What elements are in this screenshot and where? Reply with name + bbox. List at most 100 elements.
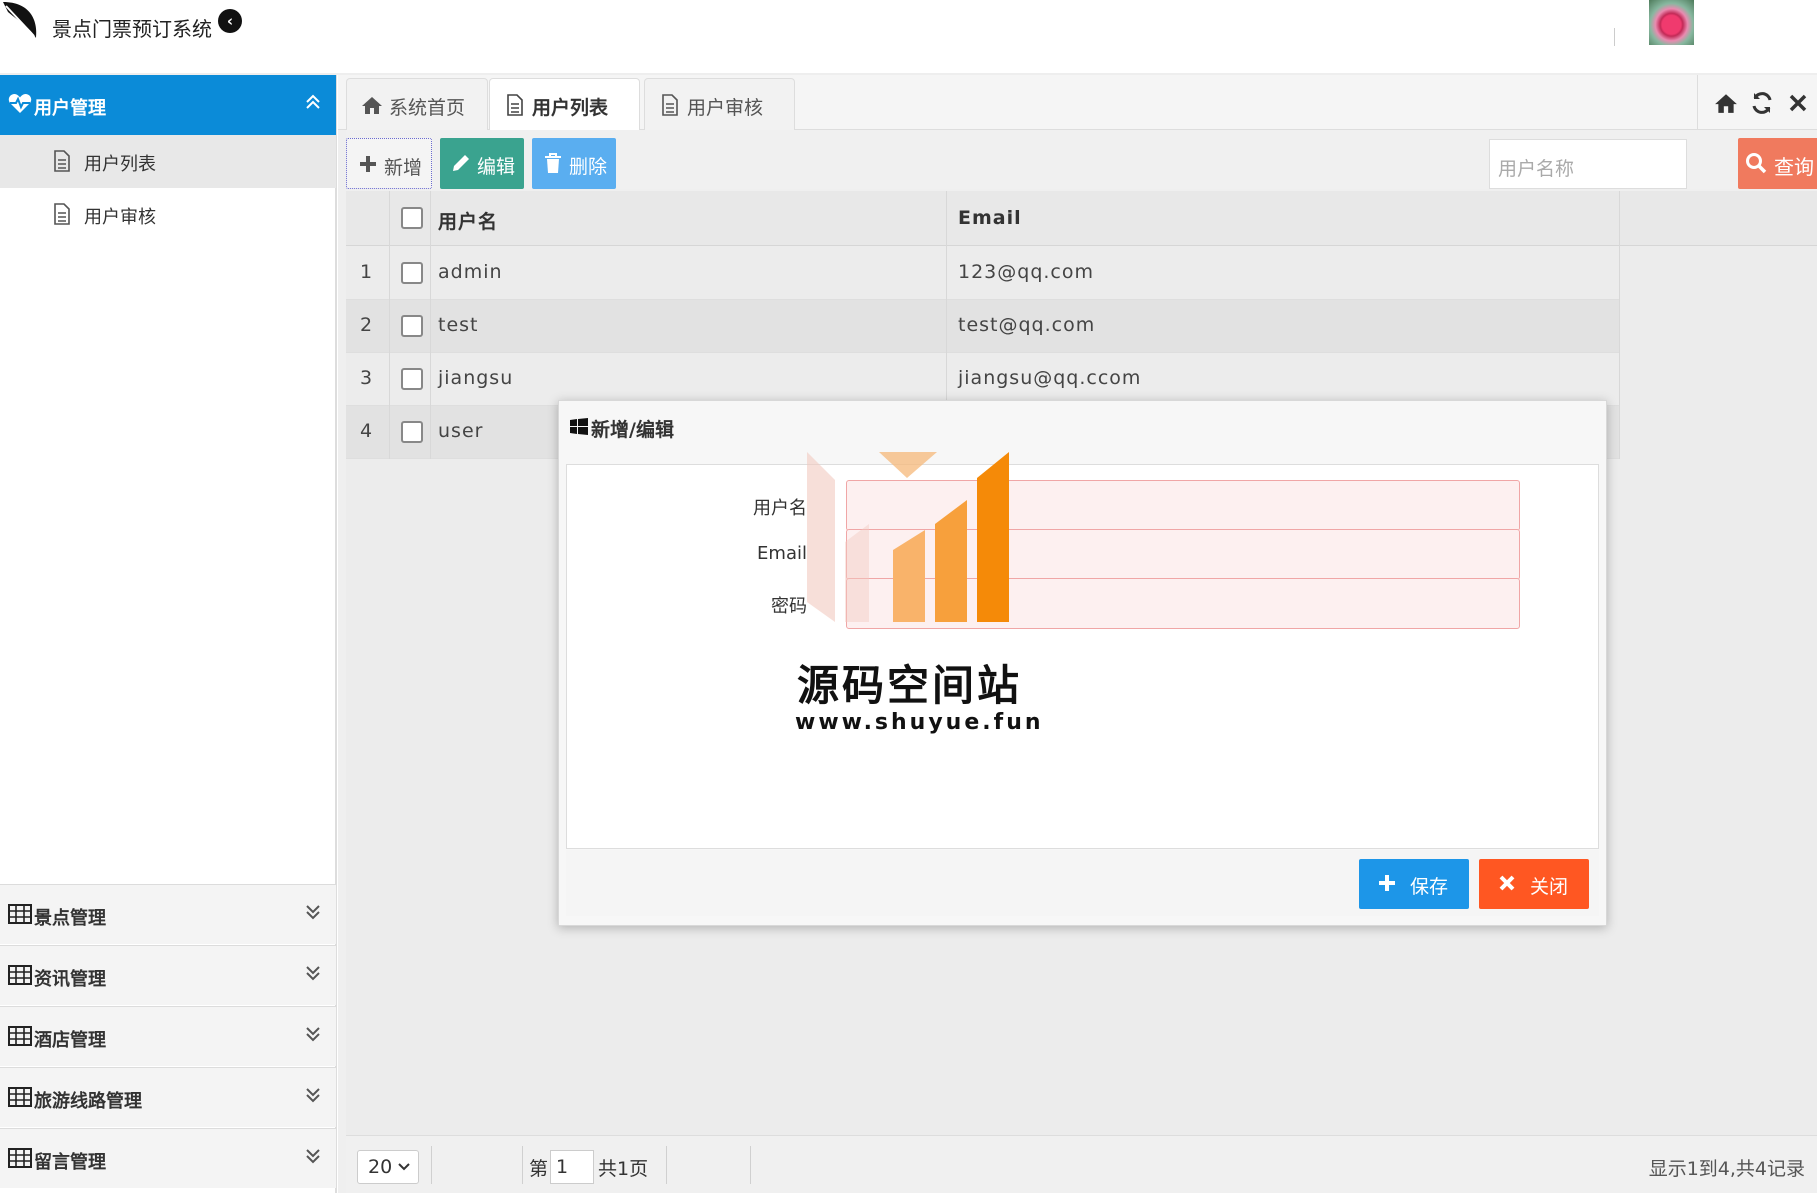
plus-icon [1379, 875, 1395, 891]
row-checkbox[interactable] [401, 421, 423, 443]
menu-travel-routes[interactable]: 旅游线路管理 [0, 1067, 336, 1127]
row-checkbox[interactable] [401, 368, 423, 390]
plus-icon [360, 156, 376, 172]
chevron-double-up-icon [306, 94, 320, 109]
pager-separator [522, 1146, 523, 1184]
pager-separator [666, 1146, 667, 1184]
sidebar-item-user-list[interactable]: 用户列表 [0, 135, 336, 188]
pencil-icon [453, 155, 469, 171]
table-icon [8, 1026, 32, 1046]
search-label: 查询 [1774, 155, 1814, 179]
save-button[interactable]: 保存 [1359, 859, 1469, 909]
sidebar-toggle-icon[interactable]: ‹ [218, 9, 242, 33]
file-icon [54, 150, 70, 172]
page-total: 共1页 [598, 1158, 649, 1180]
watermark-url: www.shuyue.fun [795, 710, 1044, 735]
file-icon [54, 203, 70, 225]
leaf-logo-icon [3, 2, 37, 38]
header-divider [1614, 28, 1615, 46]
table-icon [8, 965, 32, 985]
edit-button[interactable]: 编辑 [440, 138, 524, 189]
tab-user-list[interactable]: 用户列表 [489, 78, 640, 130]
row-checkbox[interactable] [401, 315, 423, 337]
chevron-double-down-icon [306, 1149, 320, 1164]
email-cell: test@qq.com [958, 314, 1096, 336]
column-divider [389, 191, 390, 459]
pagination-bar: 20 第 1 共1页 显示1到4,共4记录 [346, 1135, 1817, 1193]
page-number-input[interactable]: 1 [550, 1150, 594, 1184]
close-icon [1499, 875, 1515, 891]
email-cell: 123@qq.com [958, 261, 1095, 283]
dialog-footer: 保存 关闭 [566, 850, 1599, 916]
chevron-double-down-icon [306, 1027, 320, 1042]
page-size-value: 20 [368, 1156, 393, 1178]
tab-label: 系统首页 [389, 97, 466, 119]
menu-messages[interactable]: 留言管理 [0, 1128, 336, 1188]
column-header-username: 用户名 [438, 211, 499, 233]
table-icon [8, 1148, 32, 1168]
sidebar-item-user-review[interactable]: 用户审核 [0, 188, 336, 241]
tab-label: 用户审核 [687, 97, 764, 119]
menu-user-management[interactable]: 用户管理 [0, 75, 336, 135]
close-icon[interactable] [1786, 91, 1810, 115]
search-button[interactable]: 查询 [1738, 138, 1817, 189]
username-search-input[interactable]: 用户名称 [1489, 139, 1687, 189]
add-label: 新增 [384, 157, 423, 179]
tab-tools [1697, 75, 1817, 130]
chevron-double-down-icon [306, 905, 320, 920]
sidebar-item-label: 用户审核 [84, 207, 156, 228]
pager-separator [431, 1146, 432, 1184]
dialog-title-text: 新增/编辑 [591, 419, 674, 441]
menu-label: 用户管理 [34, 98, 106, 119]
chevron-down-icon [398, 1163, 410, 1171]
trash-icon [545, 153, 561, 173]
column-divider [1619, 191, 1620, 459]
table-row[interactable]: 1 admin 123@qq.com [346, 247, 1619, 300]
tab-label: 用户列表 [532, 97, 609, 119]
menu-news[interactable]: 资讯管理 [0, 945, 336, 1005]
password-label: 密码 [771, 596, 807, 617]
row-number: 4 [360, 420, 374, 442]
menu-label: 景点管理 [34, 908, 106, 929]
menu-label: 酒店管理 [34, 1030, 106, 1051]
app-title: 景点门票预订系统 [52, 17, 212, 41]
username-cell: test [438, 314, 479, 336]
username-cell: user [438, 420, 484, 442]
delete-label: 删除 [569, 156, 608, 178]
menu-attractions[interactable]: 景点管理 [0, 884, 336, 944]
refresh-icon[interactable] [1750, 91, 1774, 115]
row-number: 1 [360, 261, 374, 283]
chevron-double-down-icon [306, 1088, 320, 1103]
heartbeat-icon [8, 94, 32, 113]
tab-home[interactable]: 系统首页 [346, 78, 488, 130]
row-checkbox[interactable] [401, 262, 423, 284]
record-info: 显示1到4,共4记录 [1648, 1158, 1805, 1180]
tab-user-review[interactable]: 用户审核 [644, 78, 795, 130]
user-avatar[interactable] [1649, 0, 1694, 45]
page-size-select[interactable]: 20 [357, 1150, 419, 1184]
pager-separator [750, 1146, 751, 1184]
column-header-email: Email [958, 207, 1022, 229]
add-button[interactable]: 新增 [346, 138, 432, 189]
home-icon[interactable] [1714, 91, 1738, 115]
table-row[interactable]: 3 jiangsu jiangsu@qq.ccom [346, 353, 1619, 406]
close-label: 关闭 [1530, 876, 1569, 898]
select-all-checkbox[interactable] [401, 207, 423, 229]
username-cell: jiangsu [438, 367, 514, 389]
menu-label: 旅游线路管理 [34, 1091, 142, 1112]
app-header: 景点门票预订系统 ‹ [0, 0, 1817, 75]
menu-label: 留言管理 [34, 1152, 106, 1173]
grid-toolbar: 新增 编辑 删除 用户名称 查询 [346, 130, 1817, 189]
table-row[interactable]: 2 test test@qq.com [346, 300, 1619, 353]
delete-button[interactable]: 删除 [532, 138, 616, 189]
chevron-double-down-icon [306, 966, 320, 981]
add-edit-dialog: 新增/编辑 用户名 Email 密码 保存 关闭 [558, 400, 1607, 926]
page-prefix: 第 [529, 1158, 549, 1180]
row-number: 3 [360, 367, 374, 389]
save-label: 保存 [1410, 876, 1449, 898]
watermark-title: 源码空间站 [797, 661, 1023, 710]
close-button[interactable]: 关闭 [1479, 859, 1589, 909]
sidebar: 用户管理 用户列表 用户审核 景点管理 资讯管理 酒店管理 旅游线路管理 留言管… [0, 75, 337, 1193]
menu-hotels[interactable]: 酒店管理 [0, 1006, 336, 1066]
edit-label: 编辑 [477, 156, 516, 178]
